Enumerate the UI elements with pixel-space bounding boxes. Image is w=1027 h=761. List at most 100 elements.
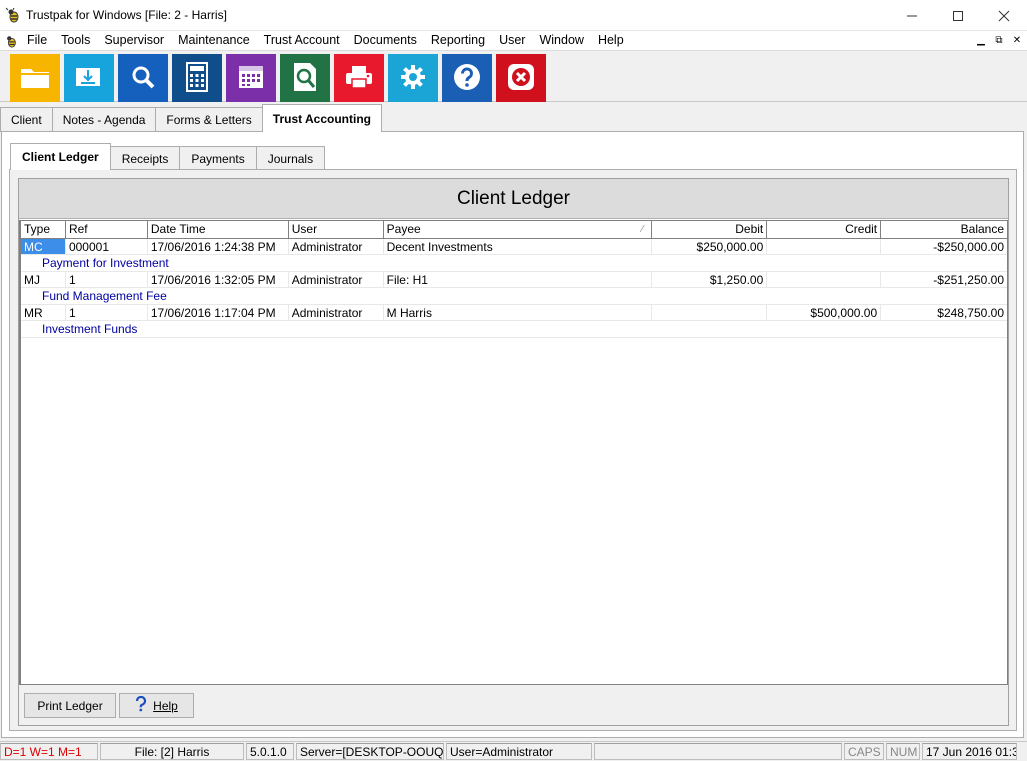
- cell-credit[interactable]: [767, 272, 882, 287]
- calendar-button[interactable]: [226, 54, 276, 102]
- cell-ref[interactable]: 000001: [66, 239, 148, 254]
- status-counts: D=1 W=1 M=1: [0, 743, 98, 760]
- cell-balance[interactable]: -$250,000.00: [881, 239, 1007, 254]
- search-icon: [130, 64, 156, 93]
- table-row[interactable]: MC 000001 17/06/2016 1:24:38 PM Administ…: [21, 239, 1007, 255]
- status-version: 5.0.1.0: [246, 743, 294, 760]
- toolbar: [0, 50, 1027, 102]
- status-num: NUM: [886, 743, 920, 760]
- table-row[interactable]: MR 1 17/06/2016 1:17:04 PM Administrator…: [21, 305, 1007, 321]
- cell-type[interactable]: MR: [21, 305, 66, 320]
- menu-window[interactable]: Window: [532, 31, 590, 50]
- cell-payee[interactable]: M Harris: [384, 305, 653, 320]
- close-button[interactable]: [981, 0, 1027, 31]
- file-transfer-icon: [74, 64, 104, 93]
- title-bar: Trustpak for Windows [File: 2 - Harris]: [0, 0, 1027, 31]
- cell-type[interactable]: MC: [21, 239, 66, 254]
- tab-client-ledger[interactable]: Client Ledger: [10, 143, 111, 170]
- menu-maintenance[interactable]: Maintenance: [171, 31, 257, 50]
- sort-indicator-icon: ⁄: [641, 224, 644, 235]
- calculator-icon: [185, 61, 209, 95]
- row-memo[interactable]: Investment Funds: [21, 321, 1007, 338]
- tab-journals[interactable]: Journals: [255, 146, 326, 170]
- mdi-close-button[interactable]: ✕: [1011, 35, 1023, 46]
- print-button[interactable]: [334, 54, 384, 102]
- column-header-datetime[interactable]: Date Time: [148, 221, 289, 238]
- row-memo[interactable]: Payment for Investment: [21, 255, 1007, 272]
- menu-trust-account[interactable]: Trust Account: [257, 31, 347, 50]
- status-user: User=Administrator: [446, 743, 592, 760]
- mdi-minimize-button[interactable]: ▁: [975, 35, 987, 46]
- cell-ref[interactable]: 1: [66, 272, 148, 287]
- maximize-button[interactable]: [935, 0, 981, 31]
- row-memo[interactable]: Fund Management Fee: [21, 288, 1007, 305]
- tab-notes-agenda[interactable]: Notes - Agenda: [51, 107, 157, 132]
- cell-payee[interactable]: File: H1: [384, 272, 653, 287]
- cell-debit[interactable]: [652, 305, 768, 320]
- cell-user[interactable]: Administrator: [289, 239, 384, 254]
- menu-tools[interactable]: Tools: [54, 31, 97, 50]
- cell-credit[interactable]: [767, 239, 882, 254]
- window-title: Trustpak for Windows [File: 2 - Harris]: [26, 8, 227, 22]
- trust-accounting-panel: Client Ledger Receipts Payments Journals…: [1, 131, 1024, 738]
- tab-client[interactable]: Client: [0, 107, 53, 132]
- mdi-bee-icon[interactable]: [2, 32, 20, 50]
- cell-balance[interactable]: $248,750.00: [881, 305, 1007, 320]
- cell-credit[interactable]: $500,000.00: [767, 305, 882, 320]
- cell-balance[interactable]: -$251,250.00: [881, 272, 1007, 287]
- document-search-button[interactable]: [280, 54, 330, 102]
- tab-trust-accounting[interactable]: Trust Accounting: [261, 104, 383, 132]
- help-button[interactable]: Help: [119, 693, 194, 718]
- exit-button[interactable]: [496, 54, 546, 102]
- cell-user[interactable]: Administrator: [289, 305, 384, 320]
- question-mark-icon: [135, 695, 147, 715]
- tab-receipts[interactable]: Receipts: [109, 146, 181, 170]
- cell-debit[interactable]: $1,250.00: [652, 272, 768, 287]
- status-caps: CAPS: [844, 743, 884, 760]
- column-header-user[interactable]: User: [289, 221, 384, 238]
- menu-help[interactable]: Help: [591, 31, 631, 50]
- cell-debit[interactable]: $250,000.00: [652, 239, 768, 254]
- minimize-button[interactable]: [889, 0, 935, 31]
- column-header-debit[interactable]: Debit: [652, 221, 768, 238]
- gear-icon: [399, 63, 427, 94]
- cell-payee[interactable]: Decent Investments: [384, 239, 653, 254]
- cell-datetime[interactable]: 17/06/2016 1:24:38 PM: [148, 239, 289, 254]
- column-header-type[interactable]: Type: [21, 221, 66, 238]
- grid-header: Type Ref Date Time User Payee ⁄ Debit Cre…: [21, 221, 1007, 239]
- cell-datetime[interactable]: 17/06/2016 1:17:04 PM: [148, 305, 289, 320]
- cell-user[interactable]: Administrator: [289, 272, 384, 287]
- cell-type[interactable]: MJ: [21, 272, 66, 287]
- column-header-credit[interactable]: Credit: [767, 221, 882, 238]
- status-empty: [594, 743, 842, 760]
- exit-icon: [506, 62, 536, 95]
- help-toolbar-button[interactable]: [442, 54, 492, 102]
- app-bee-icon: [4, 6, 22, 24]
- table-row[interactable]: MJ 1 17/06/2016 1:32:05 PM Administrator…: [21, 272, 1007, 288]
- print-ledger-button[interactable]: Print Ledger: [24, 693, 116, 718]
- column-header-balance[interactable]: Balance: [881, 221, 1007, 238]
- calculator-button[interactable]: [172, 54, 222, 102]
- file-transfer-button[interactable]: [64, 54, 114, 102]
- cell-datetime[interactable]: 17/06/2016 1:32:05 PM: [148, 272, 289, 287]
- ledger-button-bar: Print Ledger Help: [19, 685, 1008, 725]
- column-header-ref[interactable]: Ref: [66, 221, 148, 238]
- folder-icon: [20, 65, 50, 92]
- menu-supervisor[interactable]: Supervisor: [97, 31, 171, 50]
- ledger-grid[interactable]: Type Ref Date Time User Payee ⁄ Debit Cre…: [19, 220, 1008, 685]
- menu-file[interactable]: File: [20, 31, 54, 50]
- menu-documents[interactable]: Documents: [347, 31, 424, 50]
- tab-payments[interactable]: Payments: [179, 146, 257, 170]
- open-folder-button[interactable]: [10, 54, 60, 102]
- mdi-restore-button[interactable]: ⧉: [993, 35, 1005, 46]
- menu-user[interactable]: User: [492, 31, 532, 50]
- search-button[interactable]: [118, 54, 168, 102]
- menu-reporting[interactable]: Reporting: [424, 31, 492, 50]
- status-bar: D=1 W=1 M=1 File: [2] Harris 5.0.1.0 Ser…: [0, 741, 1027, 761]
- tab-forms-letters[interactable]: Forms & Letters: [155, 107, 263, 132]
- settings-button[interactable]: [388, 54, 438, 102]
- sub-tab-strip: Client Ledger Receipts Payments Journals: [10, 143, 326, 170]
- ledger-title: Client Ledger: [19, 179, 1008, 219]
- cell-ref[interactable]: 1: [66, 305, 148, 320]
- column-header-payee[interactable]: Payee ⁄: [384, 221, 653, 238]
